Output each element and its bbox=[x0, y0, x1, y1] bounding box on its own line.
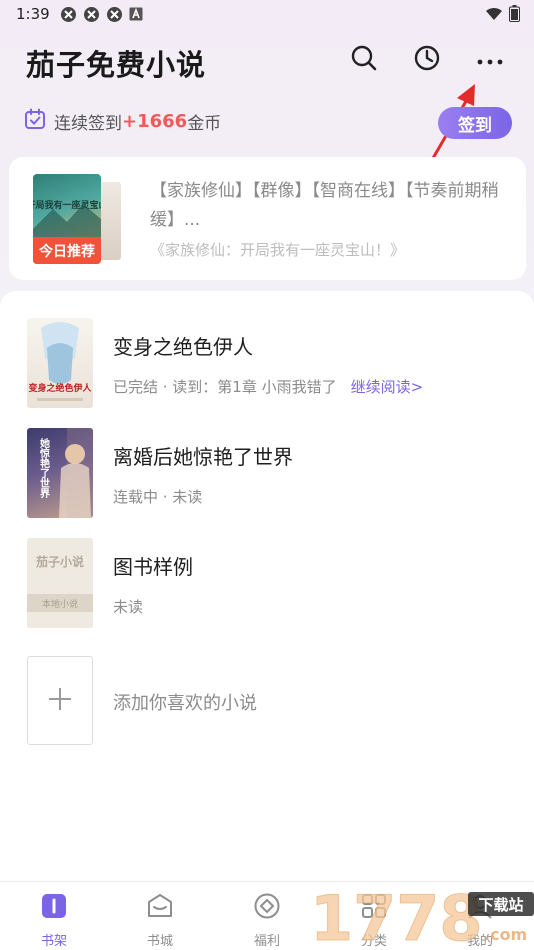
clock-icon bbox=[413, 44, 441, 76]
tab-bookshelf[interactable]: 书架 bbox=[24, 892, 84, 949]
svg-text:变身之绝色伊人: 变身之绝色伊人 bbox=[28, 382, 92, 394]
list-item[interactable]: 茄子小说 本地小说 图书样例 未读 bbox=[0, 538, 534, 630]
list-item[interactable]: 她惊艳了世界 离婚后她惊艳了世界 连载中 · 未读 bbox=[0, 428, 534, 520]
book-meta: 已完结 · 读到：第1章 小雨我错了 继续阅读> bbox=[113, 376, 423, 397]
svg-text:下载站: 下载站 bbox=[478, 896, 523, 914]
book-progress: 已完结 · 读到：第1章 小雨我错了 bbox=[113, 378, 337, 396]
tab-label: 福利 bbox=[253, 934, 280, 949]
calendar-check-icon bbox=[24, 108, 46, 135]
book-cover[interactable]: 变身之绝色伊人 bbox=[27, 318, 93, 408]
book-title: 变身之绝色伊人 bbox=[113, 335, 253, 359]
more-button[interactable] bbox=[472, 42, 508, 78]
status-bar: 1:39 bbox=[0, 0, 534, 30]
add-book-label: 添加你喜欢的小说 bbox=[113, 693, 257, 714]
signin-prefix: 连续签到 bbox=[54, 114, 122, 134]
book-meta: 未读 bbox=[113, 598, 144, 616]
svg-text:1778: 1778 bbox=[310, 882, 483, 950]
recommend-tags: 【家族修仙】【群像】【智商在线】【节奏前期稍缓】... bbox=[150, 181, 499, 230]
watermark-logo: 1778 下载站 .com bbox=[310, 882, 534, 950]
svg-text:本地小说: 本地小说 bbox=[42, 598, 78, 610]
book-cover[interactable]: 茄子小说 本地小说 bbox=[27, 538, 93, 628]
recommend-subtitle: 《家族修仙：开局我有一座灵宝山！》 bbox=[150, 241, 406, 259]
book-meta: 连载中 · 未读 bbox=[113, 488, 203, 506]
tab-label: 书架 bbox=[40, 934, 67, 949]
add-book-button[interactable] bbox=[27, 656, 93, 745]
recommend-card[interactable]: 开局我有一座灵宝山 今日推荐 【家族修仙】【群像】【智商在线】【节奏前期稍缓】.… bbox=[9, 157, 526, 280]
page-title: 茄子免费小说 bbox=[26, 48, 207, 82]
tab-bookstore[interactable]: 书城 bbox=[130, 892, 190, 949]
recommend-cover-title: 开局我有一座灵宝山 bbox=[33, 199, 101, 211]
svg-text:茄子小说: 茄子小说 bbox=[35, 554, 84, 569]
book-cover[interactable]: 她惊艳了世界 bbox=[27, 428, 93, 518]
continue-reading-link[interactable]: 继续阅读> bbox=[351, 378, 424, 396]
a-letter-icon bbox=[129, 6, 146, 23]
bookshelf-list: 变身之绝色伊人 变身之绝色伊人 已完结 · 读到：第1章 小雨我错了 继续阅读> … bbox=[0, 291, 534, 881]
system-icons bbox=[485, 5, 520, 26]
search-button[interactable] bbox=[346, 42, 382, 78]
app-notification-icon bbox=[60, 6, 77, 23]
today-recommend-badge: 今日推荐 bbox=[33, 237, 101, 264]
history-button[interactable] bbox=[409, 42, 445, 78]
status-time: 1:39 bbox=[16, 5, 50, 23]
svg-text:.com: .com bbox=[484, 925, 527, 944]
coin-icon bbox=[253, 892, 281, 924]
battery-icon bbox=[509, 5, 520, 26]
bookshelf-icon bbox=[40, 892, 68, 924]
signin-button[interactable]: 签到 bbox=[438, 107, 512, 139]
tab-welfare[interactable]: 福利 bbox=[237, 892, 297, 949]
plus-icon bbox=[47, 686, 73, 716]
app-notification-icon bbox=[106, 6, 123, 23]
notification-icons bbox=[60, 6, 146, 23]
signin-suffix: 金币 bbox=[187, 114, 222, 134]
book-title: 离婚后她惊艳了世界 bbox=[113, 445, 293, 469]
list-item[interactable]: 变身之绝色伊人 变身之绝色伊人 已完结 · 读到：第1章 小雨我错了 继续阅读> bbox=[0, 318, 534, 410]
svg-text:她惊艳了世界: 她惊艳了世界 bbox=[38, 437, 50, 499]
coin-count: +1666 bbox=[122, 111, 188, 132]
signin-status: 连续签到 +1666 金币 bbox=[24, 108, 221, 135]
wifi-icon bbox=[485, 6, 503, 25]
book-title: 图书样例 bbox=[113, 555, 193, 579]
bookstore-icon bbox=[146, 892, 174, 924]
more-dots-icon bbox=[477, 51, 503, 70]
search-icon bbox=[350, 44, 378, 76]
app-notification-icon bbox=[83, 6, 100, 23]
tab-label: 书城 bbox=[146, 934, 173, 949]
